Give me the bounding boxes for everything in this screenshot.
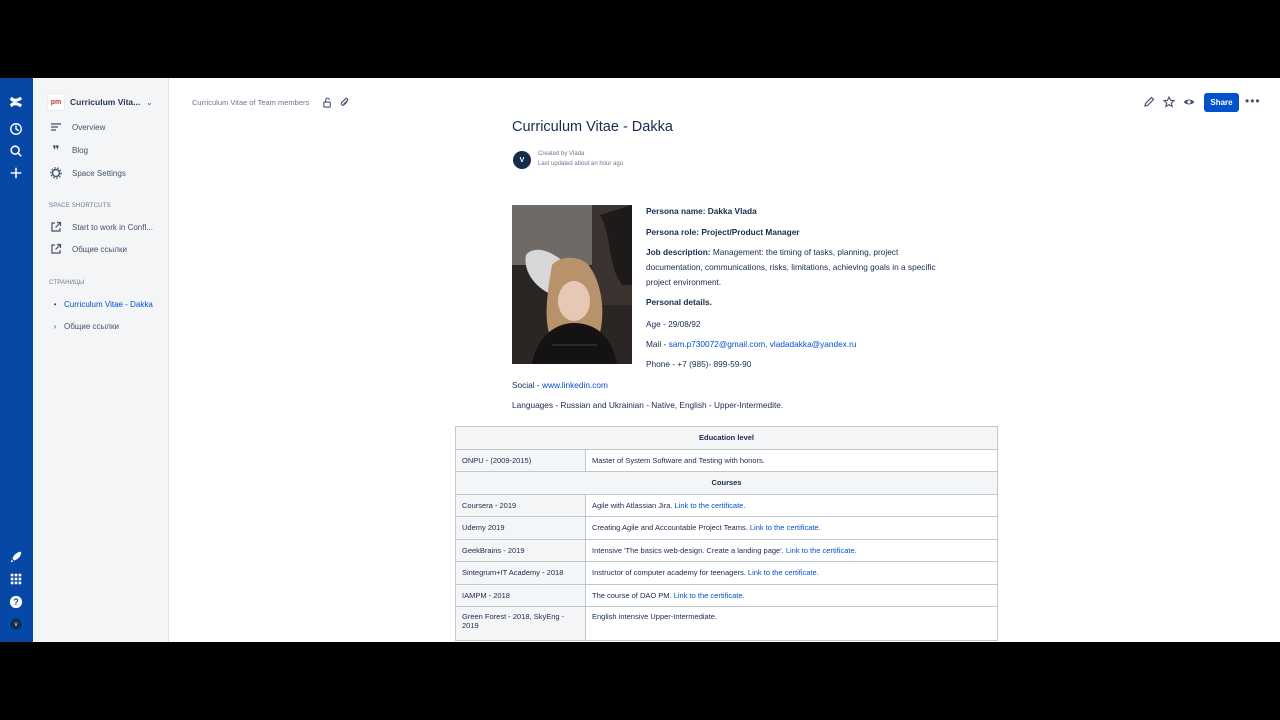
table-cell: Green Forest - 2018, SkyEng - 2019	[455, 606, 586, 641]
courses-header: Courses	[455, 471, 998, 495]
table-cell: Agile with Atlassian Jira. Link to the c…	[585, 493, 998, 517]
certificate-link[interactable]: Link to the certificate.	[750, 523, 821, 532]
table-cell: Sintegrum+IT Academy - 2018	[455, 561, 586, 585]
quote-icon: ❞	[52, 143, 60, 157]
space-shortcuts-heading: SPACE SHORTCUTS	[49, 203, 111, 209]
table-cell: Intensive 'The basics web-design. Create…	[585, 538, 998, 562]
chevron-down-icon[interactable]: ⌄	[146, 98, 153, 107]
last-updated: Last updated about an hour ago	[538, 161, 624, 167]
table-row: Green Forest - 2018, SkyEng - 2019 Engli…	[455, 606, 998, 641]
help-icon[interactable]: ?	[8, 594, 24, 610]
persona-role: Persona role: Project/Product Manager	[646, 227, 800, 237]
confluence-logo-icon[interactable]	[8, 94, 24, 110]
bullet-icon: •	[53, 299, 57, 309]
restrictions-lock-icon[interactable]	[322, 95, 334, 108]
space-logo: pm	[47, 93, 65, 111]
table-row: ONPU - (2009-2015) Master of System Soft…	[455, 448, 998, 472]
persona-name: Persona name: Dakka Vlada	[646, 206, 757, 216]
table-cell: Instructor of computer academy for teena…	[585, 561, 998, 585]
linkedin-link[interactable]: www.linkedin.com	[542, 380, 608, 390]
certificate-link[interactable]: Link to the certificate.	[786, 546, 857, 555]
space-name: Curriculum Vita...	[70, 97, 140, 107]
certificate-link[interactable]: Link to the certificate.	[748, 568, 819, 577]
page-tree-label: Curriculum Vitae - Dakka	[64, 299, 153, 309]
table-cell: Coursera - 2019	[455, 493, 586, 517]
global-nav-rail: ? v	[0, 78, 33, 642]
mail-links[interactable]: sam.p730072@gmail.com, vladadakka@yandex…	[669, 339, 857, 349]
author-avatar[interactable]: V	[513, 151, 531, 169]
profile-avatar-icon[interactable]: v	[8, 616, 24, 632]
chevron-right-icon[interactable]: ›	[51, 322, 59, 331]
table-row: Udemy 2019 Creating Agile and Accountabl…	[455, 516, 998, 540]
external-link-icon	[49, 220, 63, 234]
attachment-icon[interactable]	[339, 95, 351, 107]
phone-line: Phone - +7 (985)- 899-59-90	[646, 359, 752, 369]
page-tree-item-links[interactable]: › Общие ссылки	[51, 319, 167, 333]
languages-line: Languages - Russian and Ukrainian - Nati…	[512, 400, 784, 410]
social-line: Social - www.linkedin.com	[512, 380, 608, 390]
education-table: Education level ONPU - (2009-2015) Maste…	[455, 426, 998, 641]
sidebar-shortcut-links[interactable]: Общие ссылки	[49, 241, 167, 257]
certificate-link[interactable]: Link to the certificate.	[675, 501, 746, 510]
create-icon[interactable]	[8, 165, 24, 181]
sidebar-shortcut-start[interactable]: Start to work in Confl...	[49, 219, 167, 235]
space-sidebar: pm Curriculum Vita... ⌄ Overview ❞ Blog …	[33, 78, 169, 642]
created-by: Created by Vlada	[538, 151, 585, 157]
certificate-link[interactable]: Link to the certificate.	[674, 591, 745, 600]
external-link-icon	[49, 242, 63, 256]
sidebar-item-label: Overview	[72, 122, 106, 132]
table-cell: ONPU - (2009-2015)	[455, 448, 586, 472]
table-row: Coursera - 2019 Agile with Atlassian Jir…	[455, 493, 998, 517]
edit-icon[interactable]	[1142, 95, 1156, 109]
sidebar-item-label: Space Settings	[72, 168, 126, 178]
job-description: Job description: Management: the timing …	[646, 247, 936, 287]
rocket-icon[interactable]	[8, 549, 24, 565]
table-cell: The course of DAO PM. Link to the certif…	[585, 583, 998, 607]
sidebar-item-overview[interactable]: Overview	[49, 119, 167, 135]
personal-details-heading: Personal details.	[646, 297, 712, 307]
app-switcher-icon[interactable]	[8, 571, 24, 587]
mail-line: Mail - sam.p730072@gmail.com, vladadakka…	[646, 339, 857, 349]
profile-photo	[512, 205, 632, 364]
education-header: Education level	[455, 426, 998, 450]
search-icon[interactable]	[8, 143, 24, 159]
sidebar-item-label: Start to work in Confl...	[72, 222, 153, 232]
page-tree-label: Общие ссылки	[64, 321, 119, 331]
table-row: IAMPM - 2018 The course of DAO PM. Link …	[455, 583, 998, 607]
table-cell: Udemy 2019	[455, 516, 586, 540]
gear-icon	[49, 166, 63, 180]
confluence-app: ? v pm Curriculum Vita... ⌄ Overview ❞ B…	[0, 78, 1280, 642]
pages-heading: СТРАНИЦЫ	[49, 280, 85, 286]
page-title: Curriculum Vitae - Dakka	[512, 119, 673, 135]
table-cell: IAMPM - 2018	[455, 583, 586, 607]
more-actions-icon[interactable]: •••	[1245, 94, 1261, 108]
breadcrumb[interactable]: Curriculum Vitae of Team members	[192, 98, 309, 107]
star-icon[interactable]	[1162, 95, 1176, 109]
age-line: Age - 29/08/92	[646, 319, 701, 329]
sidebar-item-label: Blog	[72, 145, 89, 155]
table-cell: GeekBrains - 2019	[455, 538, 586, 562]
recent-icon[interactable]	[8, 121, 24, 137]
watch-eye-icon[interactable]	[1182, 95, 1196, 109]
sidebar-item-label: Общие ссылки	[72, 244, 127, 254]
table-cell: English intensive Upper-Intermediate.	[585, 606, 998, 641]
page-tree-item-cv[interactable]: • Curriculum Vitae - Dakka	[51, 297, 167, 311]
svg-text:?: ?	[13, 597, 18, 607]
table-row: GeekBrains - 2019 Intensive 'The basics …	[455, 538, 998, 562]
sidebar-item-space-settings[interactable]: Space Settings	[49, 165, 167, 181]
table-cell: Creating Agile and Accountable Project T…	[585, 516, 998, 540]
table-cell: Master of System Software and Testing wi…	[585, 448, 998, 472]
overview-icon	[49, 120, 63, 134]
table-row: Sintegrum+IT Academy - 2018 Instructor o…	[455, 561, 998, 585]
space-header[interactable]: pm Curriculum Vita... ⌄	[47, 93, 159, 111]
sidebar-item-blog[interactable]: ❞ Blog	[49, 142, 167, 158]
share-button[interactable]: Share	[1204, 93, 1239, 112]
